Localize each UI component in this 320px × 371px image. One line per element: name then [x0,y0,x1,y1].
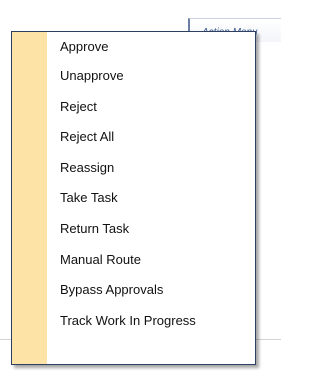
menu-item-reject[interactable]: Reject [12,92,255,123]
action-dropdown-menu: Approve Unapprove Reject Reject All Reas… [11,31,256,365]
menu-item-bypass-approvals[interactable]: Bypass Approvals [12,275,255,306]
menu-item-reject-all[interactable]: Reject All [12,122,255,153]
menu-item-approve[interactable]: Approve [12,32,255,61]
menu-item-return-task[interactable]: Return Task [12,214,255,245]
menu-item-track-work-in-progress[interactable]: Track Work In Progress [12,306,255,337]
menu-item-unapprove[interactable]: Unapprove [12,61,255,92]
screen: Action Menu Approve Unapprove Reject Rej… [0,0,281,371]
menu-item-reassign[interactable]: Reassign [12,153,255,184]
menu-item-list: Approve Unapprove Reject Reject All Reas… [12,32,255,336]
menu-item-take-task[interactable]: Take Task [12,183,255,214]
menu-item-manual-route[interactable]: Manual Route [12,245,255,276]
